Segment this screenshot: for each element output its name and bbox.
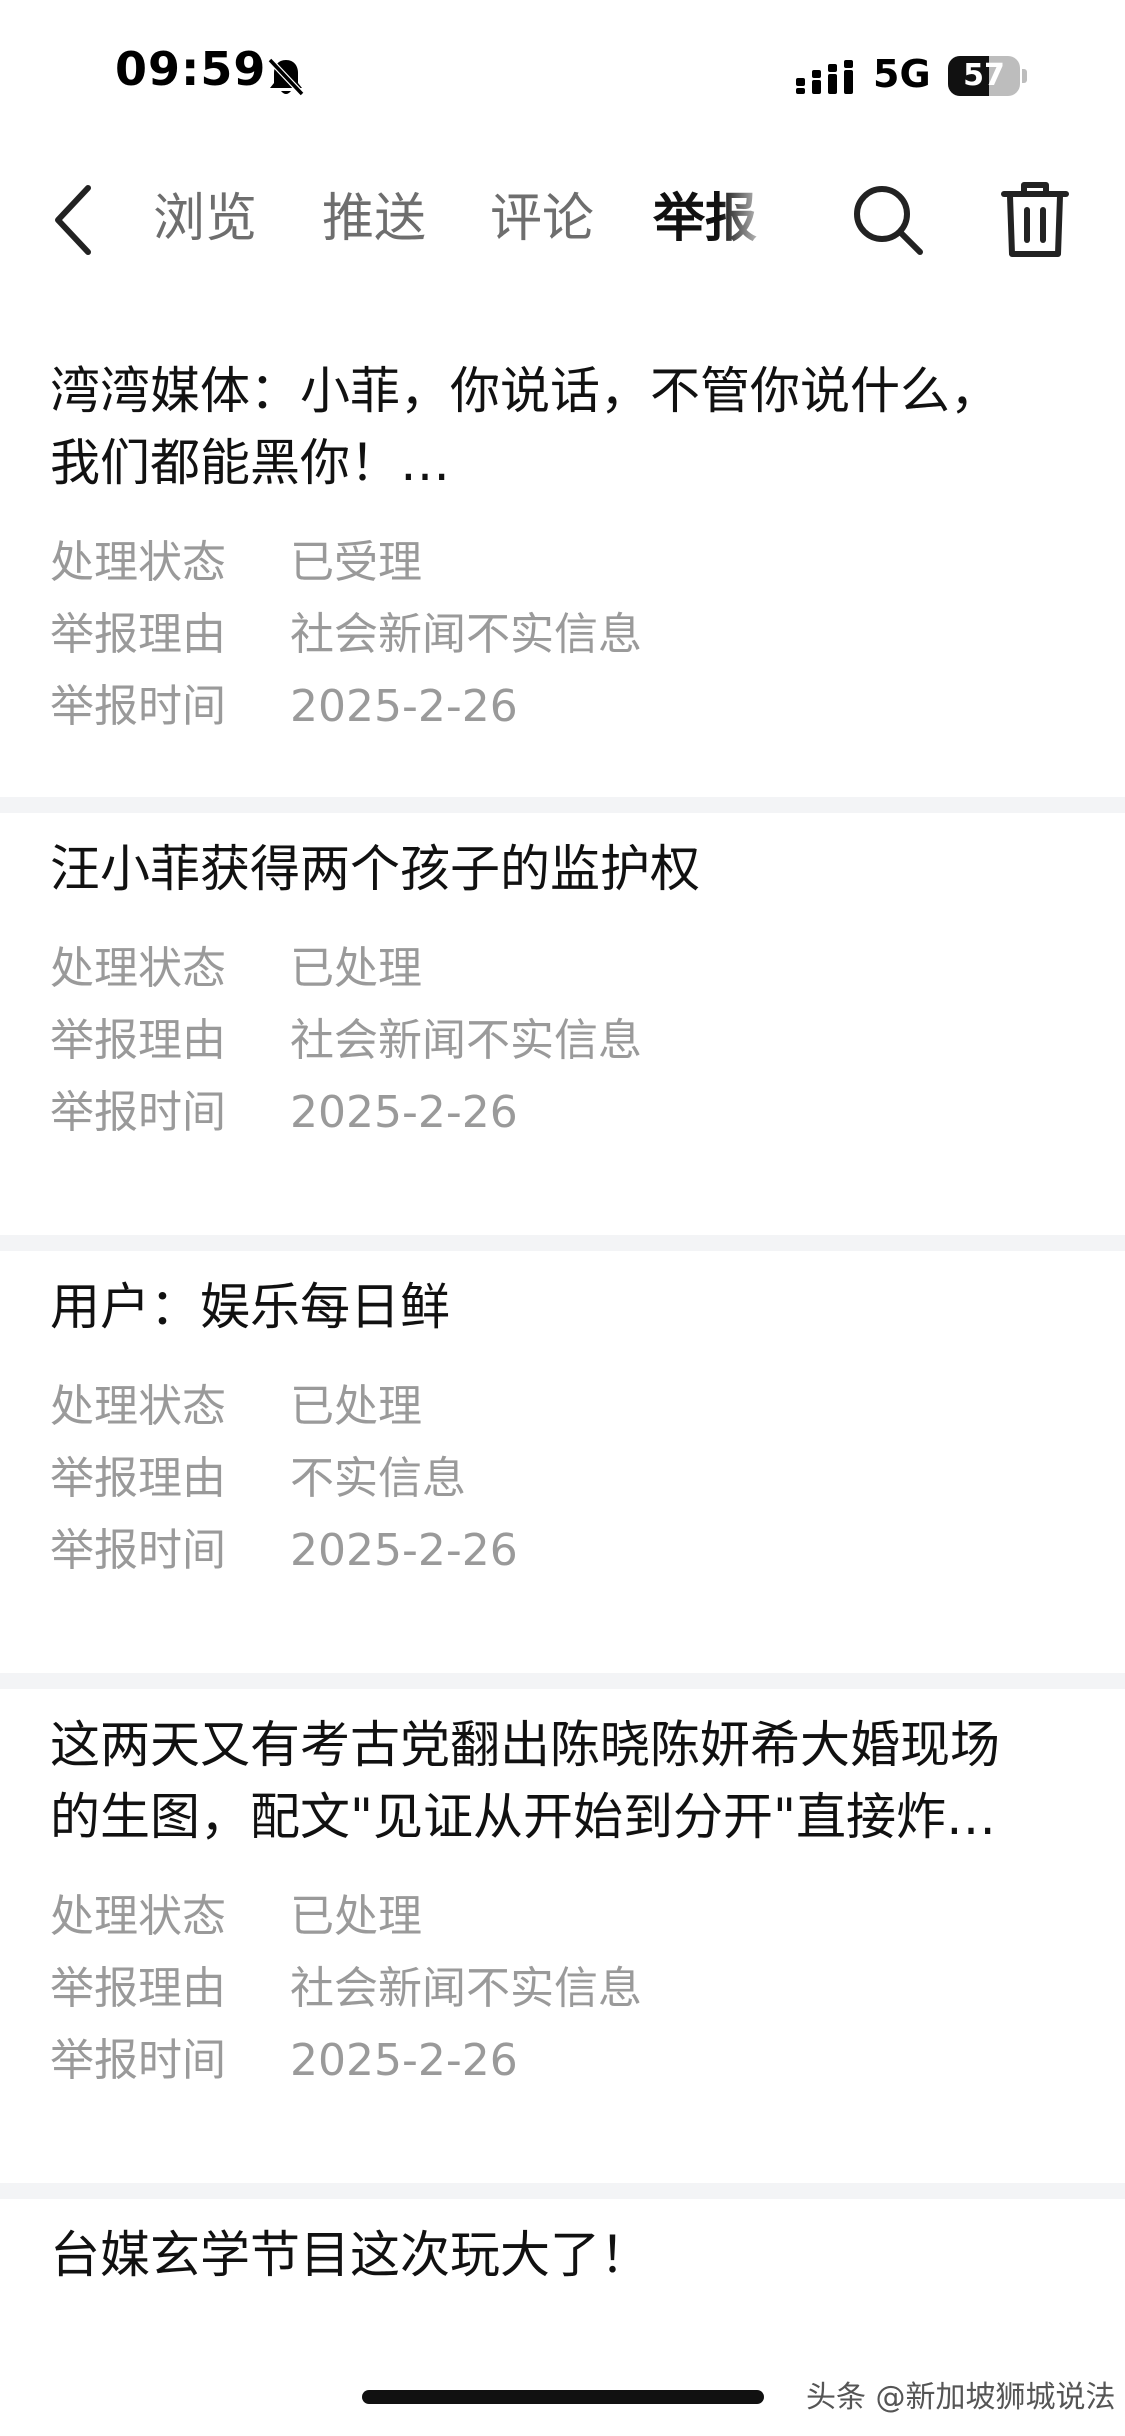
watermark: 头条 @新加坡狮城说法 xyxy=(806,2380,1116,2415)
report-title-line: 我们都能黑你！… xyxy=(50,434,450,492)
nav-bar: 浏览 推送 评论 举报 xyxy=(0,160,1125,280)
card-divider xyxy=(0,797,1125,813)
time-label: 举报时间 xyxy=(50,1087,226,1138)
report-status: 已处理 xyxy=(290,1891,422,1942)
card-divider xyxy=(0,1673,1125,1689)
tab-fade xyxy=(720,180,780,260)
reason-label: 举报理由 xyxy=(50,609,226,660)
report-status-row: 处理状态 已处理 xyxy=(50,1881,422,1953)
trash-icon[interactable] xyxy=(1000,180,1070,260)
reason-label: 举报理由 xyxy=(50,1015,226,1066)
status-label: 处理状态 xyxy=(50,1381,226,1432)
report-card[interactable]: 湾湾媒体：小菲，你说话，不管你说什么， 我们都能黑你！… 处理状态 已受理 举报理… xyxy=(0,335,1125,795)
report-card[interactable]: 这两天又有考古党翻出陈晓陈妍希大婚现场 的生图，配文"见证从开始到分开"直接炸…… xyxy=(0,1689,1125,2179)
report-title: 汪小菲获得两个孩子的监护权 xyxy=(50,833,1075,905)
report-time-row: 举报时间 2025-2-26 xyxy=(50,1515,518,1587)
bell-off-icon xyxy=(267,57,305,97)
report-status-row: 处理状态 已处理 xyxy=(50,1371,422,1443)
report-date: 2025-2-26 xyxy=(290,681,518,732)
report-title: 这两天又有考古党翻出陈晓陈妍希大婚现场 的生图，配文"见证从开始到分开"直接炸… xyxy=(50,1709,1075,1853)
battery-indicator: 57 xyxy=(948,56,1020,96)
card-divider xyxy=(0,2183,1125,2199)
report-title-line: 湾湾媒体：小菲，你说话，不管你说什么， xyxy=(50,362,1000,420)
status-label: 处理状态 xyxy=(50,537,226,588)
report-date: 2025-2-26 xyxy=(290,1525,518,1576)
report-time-row: 举报时间 2025-2-26 xyxy=(50,2025,518,2097)
report-reason-row: 举报理由 社会新闻不实信息 xyxy=(50,599,642,671)
report-title-line: 的生图，配文"见证从开始到分开"直接炸… xyxy=(50,1788,996,1846)
time-label: 举报时间 xyxy=(50,681,226,732)
time-label: 举报时间 xyxy=(50,1525,226,1576)
tab-browse[interactable]: 浏览 xyxy=(153,186,257,252)
network-label: 5G xyxy=(873,52,931,96)
status-label: 处理状态 xyxy=(50,943,226,994)
card-divider xyxy=(0,1235,1125,1251)
report-reason-row: 举报理由 社会新闻不实信息 xyxy=(50,1953,642,2025)
report-reason-row: 举报理由 社会新闻不实信息 xyxy=(50,1005,642,1077)
report-card[interactable]: 用户：娱乐每日鲜 处理状态 已处理 举报理由 不实信息 举报时间 2025-2-26 xyxy=(0,1251,1125,1671)
report-reason: 不实信息 xyxy=(290,1453,466,1504)
report-title: 用户：娱乐每日鲜 xyxy=(50,1271,1075,1343)
signal-icon xyxy=(796,60,853,94)
report-title-line: 这两天又有考古党翻出陈晓陈妍希大婚现场 xyxy=(50,1716,1000,1774)
tab-comments[interactable]: 评论 xyxy=(490,186,594,252)
report-title: 湾湾媒体：小菲，你说话，不管你说什么， 我们都能黑你！… xyxy=(50,355,1075,499)
back-icon[interactable] xyxy=(50,182,100,258)
home-indicator[interactable] xyxy=(362,2390,764,2404)
time-label: 举报时间 xyxy=(50,2035,226,2086)
report-title-line: 台媒玄学节目这次玩大了！ xyxy=(50,2226,650,2284)
report-status-row: 处理状态 已受理 xyxy=(50,527,422,599)
tab-push[interactable]: 推送 xyxy=(322,186,426,252)
report-time-row: 举报时间 2025-2-26 xyxy=(50,671,518,743)
report-date: 2025-2-26 xyxy=(290,1087,518,1138)
reason-label: 举报理由 xyxy=(50,1453,226,1504)
battery-level: 57 xyxy=(963,58,1005,93)
report-reason: 社会新闻不实信息 xyxy=(290,1963,642,2014)
report-status: 已受理 xyxy=(290,537,422,588)
report-reason: 社会新闻不实信息 xyxy=(290,609,642,660)
report-title-line: 汪小菲获得两个孩子的监护权 xyxy=(50,840,700,898)
report-title: 台媒玄学节目这次玩大了！ xyxy=(50,2219,1075,2291)
report-title-line: 用户：娱乐每日鲜 xyxy=(50,1278,450,1336)
status-bar: 09:59 5G 57 xyxy=(0,0,1125,150)
battery-tip xyxy=(1022,69,1027,83)
report-reason-row: 举报理由 不实信息 xyxy=(50,1443,466,1515)
report-time-row: 举报时间 2025-2-26 xyxy=(50,1077,518,1149)
search-icon[interactable] xyxy=(850,182,926,258)
report-card[interactable]: 汪小菲获得两个孩子的监护权 处理状态 已处理 举报理由 社会新闻不实信息 举报时间 2… xyxy=(0,813,1125,1233)
report-status-row: 处理状态 已处理 xyxy=(50,933,422,1005)
report-date: 2025-2-26 xyxy=(290,2035,518,2086)
report-status: 已处理 xyxy=(290,1381,422,1432)
report-reason: 社会新闻不实信息 xyxy=(290,1015,642,1066)
status-label: 处理状态 xyxy=(50,1891,226,1942)
status-time: 09:59 xyxy=(115,42,267,96)
report-card[interactable]: 台媒玄学节目这次玩大了！ xyxy=(0,2199,1125,2399)
report-status: 已处理 xyxy=(290,943,422,994)
reason-label: 举报理由 xyxy=(50,1963,226,2014)
